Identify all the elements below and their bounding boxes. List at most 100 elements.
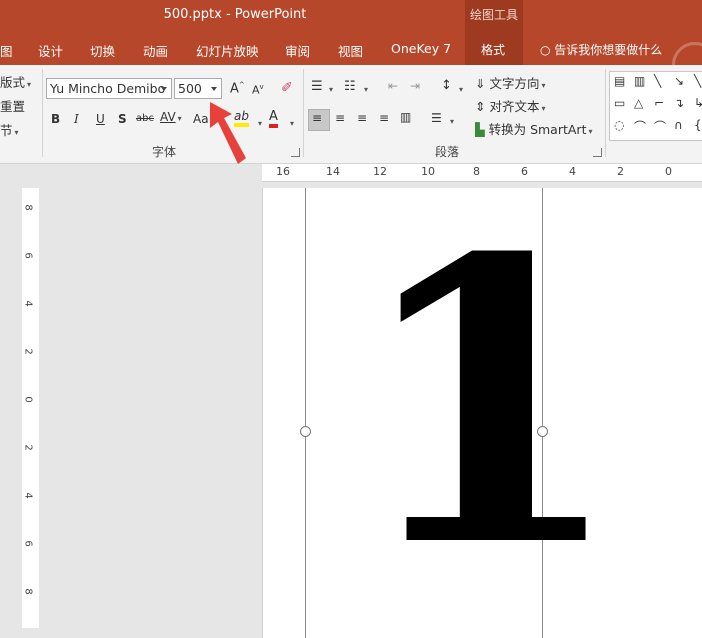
text-shadow-button[interactable]: S — [118, 112, 127, 126]
chevron-down-icon[interactable] — [161, 87, 167, 91]
smartart-icon: ▙ — [475, 122, 489, 137]
curve-icon[interactable]: ⌒ — [634, 118, 646, 135]
group-divider — [303, 69, 304, 157]
ribbon: 版式 ▾ 重置 节 ▾ Yu Mincho Demibo 500 A^ Av ✐ B… — [0, 65, 702, 164]
italic-button[interactable]: I — [74, 112, 79, 126]
wave-icon[interactable]: ∩ — [674, 118, 683, 132]
font-name-value: Yu Mincho Demibo — [50, 81, 166, 96]
tab-transitions[interactable]: 切换 — [90, 41, 115, 60]
chevron-down-icon[interactable]: ▾ — [448, 113, 454, 127]
chevron-down-icon: ▾ — [177, 114, 182, 123]
elbow-connector-icon[interactable]: ⌐ — [654, 96, 664, 110]
align-text-label: 对齐文本 — [489, 99, 540, 114]
selection-border-left — [305, 188, 306, 638]
shrink-font-button[interactable]: Av — [252, 83, 264, 97]
tab-design[interactable]: 设计 — [38, 41, 63, 60]
red-arrow-icon — [210, 102, 246, 164]
bullets-icon[interactable]: ☰ — [311, 79, 323, 94]
chevron-down-icon[interactable]: ▾ — [327, 81, 333, 95]
vertical-text-box-icon[interactable]: ▥ — [634, 74, 645, 88]
tab-insert-partial[interactable]: 图 — [0, 41, 13, 60]
numbering-icon[interactable]: ☷ — [344, 79, 356, 94]
ruler-label: 0 — [22, 396, 34, 403]
section-button[interactable]: 节 ▾ — [0, 120, 19, 139]
font-group-label: 字体 — [152, 145, 177, 159]
font-name-select[interactable]: Yu Mincho Demibo — [46, 78, 172, 99]
ruler-label: 14 — [326, 165, 340, 178]
elbow-double-arrow-icon[interactable]: ↳ — [694, 96, 702, 110]
ruler-label: 8 — [22, 588, 34, 595]
triangle-icon[interactable]: △ — [634, 96, 643, 110]
text-direction-icon: ⇓ — [475, 76, 490, 91]
shapes-gallery[interactable]: ▤ ▥ ╲ ↘ ╲ ▭ △ ⌐ ↴ ↳ ◌ ⌒ ⌒ ∩ { — [609, 71, 702, 141]
text-direction-label: 文字方向 — [489, 76, 540, 91]
character-spacing-button[interactable]: AV ▾ — [160, 110, 182, 124]
distributed-icon[interactable]: ▥ — [400, 110, 411, 124]
tab-animations[interactable]: 动画 — [143, 41, 168, 60]
tab-slideshow[interactable]: 幻灯片放映 — [196, 41, 259, 60]
tell-me-label: 告诉我你想要做什么 — [554, 43, 663, 57]
chevron-down-icon[interactable] — [211, 87, 217, 91]
layout-label: 版式 — [0, 75, 26, 90]
up-caret-icon: ^ — [238, 81, 245, 89]
title-bar: 500.pptx - PowerPoint 绘图工具 — [0, 0, 702, 32]
brace-icon[interactable]: { — [694, 118, 702, 132]
group-divider — [605, 69, 606, 157]
slide-text[interactable]: 1 — [353, 208, 624, 598]
strikethrough-button[interactable]: abc — [136, 113, 154, 124]
slide-canvas[interactable]: 1 — [262, 188, 702, 638]
text-box-icon[interactable]: ▤ — [614, 74, 625, 88]
tab-format-bg[interactable]: 格式 — [465, 32, 523, 65]
line-icon[interactable]: ╲ — [654, 74, 661, 88]
ribbon-tabs: 格式 图 设计 切换 动画 幻灯片放映 审阅 视图 OneKey 7 ○ 告诉我… — [0, 32, 702, 88]
window-title: 500.pptx - PowerPoint — [163, 7, 307, 22]
ruler-label: 6 — [22, 252, 34, 259]
justify-icon[interactable]: ≡ — [379, 111, 389, 125]
chevron-down-icon[interactable]: ▾ — [288, 115, 294, 129]
layout-button[interactable]: 版式 ▾ — [0, 72, 31, 91]
columns-icon[interactable]: ☰ — [431, 111, 442, 125]
line-spacing-icon[interactable]: ↕ — [441, 78, 452, 93]
freeform-icon[interactable]: ◌ — [614, 118, 624, 132]
ruler-label: 4 — [22, 492, 34, 499]
spacing-glyph: AV — [160, 110, 176, 124]
align-right-icon[interactable]: ≡ — [357, 111, 367, 125]
increase-indent-icon[interactable]: ⇥ — [410, 79, 420, 93]
font-dialog-launcher-icon[interactable] — [291, 148, 300, 157]
underline-button[interactable]: U — [96, 112, 105, 126]
align-text-button[interactable]: ⇕ 对齐文本 ▾ — [475, 96, 545, 115]
tab-review[interactable]: 审阅 — [285, 41, 310, 60]
grow-font-button[interactable]: A^ — [230, 81, 245, 96]
bold-button[interactable]: B — [51, 112, 60, 126]
tell-me-search[interactable]: ○ 告诉我你想要做什么 — [540, 41, 662, 58]
drawing-tools-context-label: 绘图工具 — [465, 0, 523, 32]
tab-onekey[interactable]: OneKey 7 — [391, 41, 451, 56]
smartart-label: 转换为 SmartArt — [488, 122, 587, 137]
align-text-icon: ⇕ — [475, 99, 490, 114]
align-center-icon[interactable]: ≡ — [335, 111, 345, 125]
chevron-down-icon[interactable]: ▾ — [457, 81, 463, 95]
tab-view[interactable]: 视图 — [338, 41, 363, 60]
arc-icon[interactable]: ⌒ — [654, 118, 666, 135]
font-color-button[interactable]: A — [269, 109, 278, 128]
decrease-indent-icon[interactable]: ⇤ — [388, 79, 398, 93]
vertical-ruler: 8 6 4 2 0 2 4 6 8 — [22, 188, 39, 628]
line-icon[interactable]: ╲ — [694, 74, 701, 88]
arrow-line-icon[interactable]: ↘ — [674, 74, 684, 88]
tab-format[interactable]: 格式 — [481, 41, 505, 58]
convert-smartart-button[interactable]: ▙ 转换为 SmartArt ▾ — [475, 119, 593, 138]
text-direction-button[interactable]: ⇓ 文字方向 ▾ — [475, 73, 545, 92]
resize-handle[interactable] — [300, 426, 311, 437]
elbow-arrow-icon[interactable]: ↴ — [674, 96, 684, 110]
paragraph-dialog-launcher-icon[interactable] — [593, 148, 602, 157]
ruler-label: 16 — [276, 165, 290, 178]
font-size-select[interactable]: 500 — [174, 78, 222, 99]
chevron-down-icon[interactable]: ▾ — [362, 81, 368, 95]
grow-font-glyph: A — [230, 81, 239, 97]
chevron-down-icon: ▾ — [588, 127, 593, 136]
clear-formatting-icon[interactable]: ✐ — [281, 80, 293, 96]
ruler-label: 2 — [22, 348, 34, 355]
align-left-icon: ≡ — [312, 111, 323, 125]
rectangle-icon[interactable]: ▭ — [614, 96, 625, 110]
reset-button[interactable]: 重置 — [0, 96, 25, 115]
